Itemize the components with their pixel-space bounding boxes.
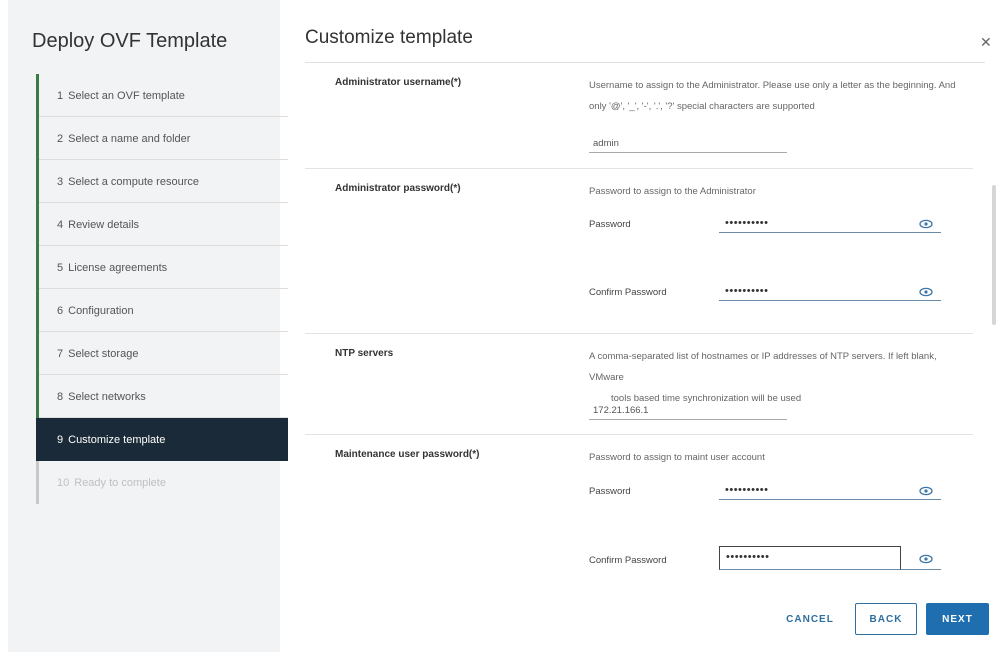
maint-password-label: Maintenance user password(*) [335, 449, 480, 460]
admin-password-field-label: Password [589, 219, 631, 230]
maint-confirm-password-input[interactable]: •••••••••• [719, 546, 901, 570]
step-select-compute-resource[interactable]: 3 Select a compute resource [36, 160, 288, 203]
close-icon[interactable]: ✕ [980, 34, 992, 51]
maint-password-row: Maintenance user password(*) Password to… [305, 435, 973, 580]
step-label: Select storage [68, 347, 139, 360]
step-label: Select a compute resource [68, 175, 199, 188]
show-password-eye-icon[interactable] [919, 219, 933, 229]
step-review-details[interactable]: 4 Review details [36, 203, 288, 246]
form-scrollbar[interactable] [992, 185, 996, 325]
step-number: 10 [57, 476, 70, 489]
ntp-servers-description-line1: A comma-separated list of hostnames or I… [589, 351, 937, 383]
maint-password-description: Password to assign to maint user account [589, 452, 765, 463]
step-number: 6 [57, 304, 64, 317]
admin-password-row: Administrator password(*) Password to as… [305, 169, 973, 334]
maint-password-field-label: Password [589, 486, 631, 497]
step-select-storage[interactable]: 7 Select storage [36, 332, 288, 375]
step-label: Select a name and folder [68, 132, 191, 145]
wizard-steps: 1 Select an OVF template 2 Select a name a… [36, 74, 288, 504]
step-number: 7 [57, 347, 64, 360]
ntp-servers-description: A comma-separated list of hostnames or I… [589, 346, 949, 409]
admin-password-label: Administrator password(*) [335, 183, 461, 194]
deploy-ovf-wizard: Deploy OVF Template 1 Select an OVF templ… [0, 0, 998, 652]
customize-template-form: Administrator username(*) Username to as… [305, 62, 985, 580]
step-number: 2 [57, 132, 64, 145]
step-select-name-folder[interactable]: 2 Select a name and folder [36, 117, 288, 160]
confirm-field-underline [901, 569, 941, 570]
wizard-title: Deploy OVF Template [32, 30, 228, 52]
step-number: 4 [57, 218, 64, 231]
show-maint-password-eye-icon[interactable] [919, 486, 933, 496]
step-select-ovf-template[interactable]: 1 Select an OVF template [36, 74, 288, 117]
step-label: Review details [68, 218, 140, 231]
step-configuration[interactable]: 6 Configuration [36, 289, 288, 332]
ntp-servers-row: NTP servers A comma-separated list of ho… [305, 334, 973, 435]
step-label: Configuration [68, 304, 134, 317]
step-number: 5 [57, 261, 64, 274]
step-customize-template[interactable]: 9 Customize template [36, 418, 288, 461]
show-confirm-password-eye-icon[interactable] [919, 287, 933, 297]
step-label: Customize template [68, 433, 166, 446]
ntp-servers-label: NTP servers [335, 348, 394, 359]
admin-confirm-password-input[interactable]: •••••••••• [719, 281, 941, 301]
admin-password-description: Password to assign to the Administrator [589, 186, 756, 197]
step-number: 9 [57, 433, 64, 446]
step-label: Ready to complete [74, 476, 166, 489]
step-label: License agreements [68, 261, 168, 274]
step-number: 1 [57, 89, 64, 102]
page-title: Customize template [305, 27, 473, 48]
step-number: 8 [57, 390, 64, 403]
maint-confirm-password-label: Confirm Password [589, 555, 667, 566]
back-button[interactable]: BACK [855, 603, 917, 635]
admin-password-input[interactable]: •••••••••• [719, 213, 941, 233]
admin-username-label: Administrator username(*) [335, 77, 462, 88]
step-license-agreements[interactable]: 5 License agreements [36, 246, 288, 289]
admin-username-description: Username to assign to the Administrator.… [589, 80, 956, 112]
next-button[interactable]: NEXT [926, 603, 989, 635]
cancel-button[interactable]: CANCEL [778, 603, 842, 635]
admin-confirm-password-label: Confirm Password [589, 287, 667, 298]
show-maint-confirm-password-eye-icon[interactable] [919, 554, 933, 564]
admin-username-input[interactable]: admin [589, 135, 787, 153]
wizard-sidebar: Deploy OVF Template 1 Select an OVF templ… [8, 0, 288, 652]
admin-username-row: Administrator username(*) Username to as… [305, 63, 973, 169]
maint-password-input[interactable]: •••••••••• [719, 480, 941, 500]
step-label: Select an OVF template [68, 89, 185, 102]
ntp-servers-input[interactable]: 172.21.166.1 [589, 402, 787, 420]
step-select-networks[interactable]: 8 Select networks [36, 375, 288, 418]
step-ready-to-complete: 10 Ready to complete [36, 461, 288, 504]
step-number: 3 [57, 175, 64, 188]
step-label: Select networks [68, 390, 146, 403]
